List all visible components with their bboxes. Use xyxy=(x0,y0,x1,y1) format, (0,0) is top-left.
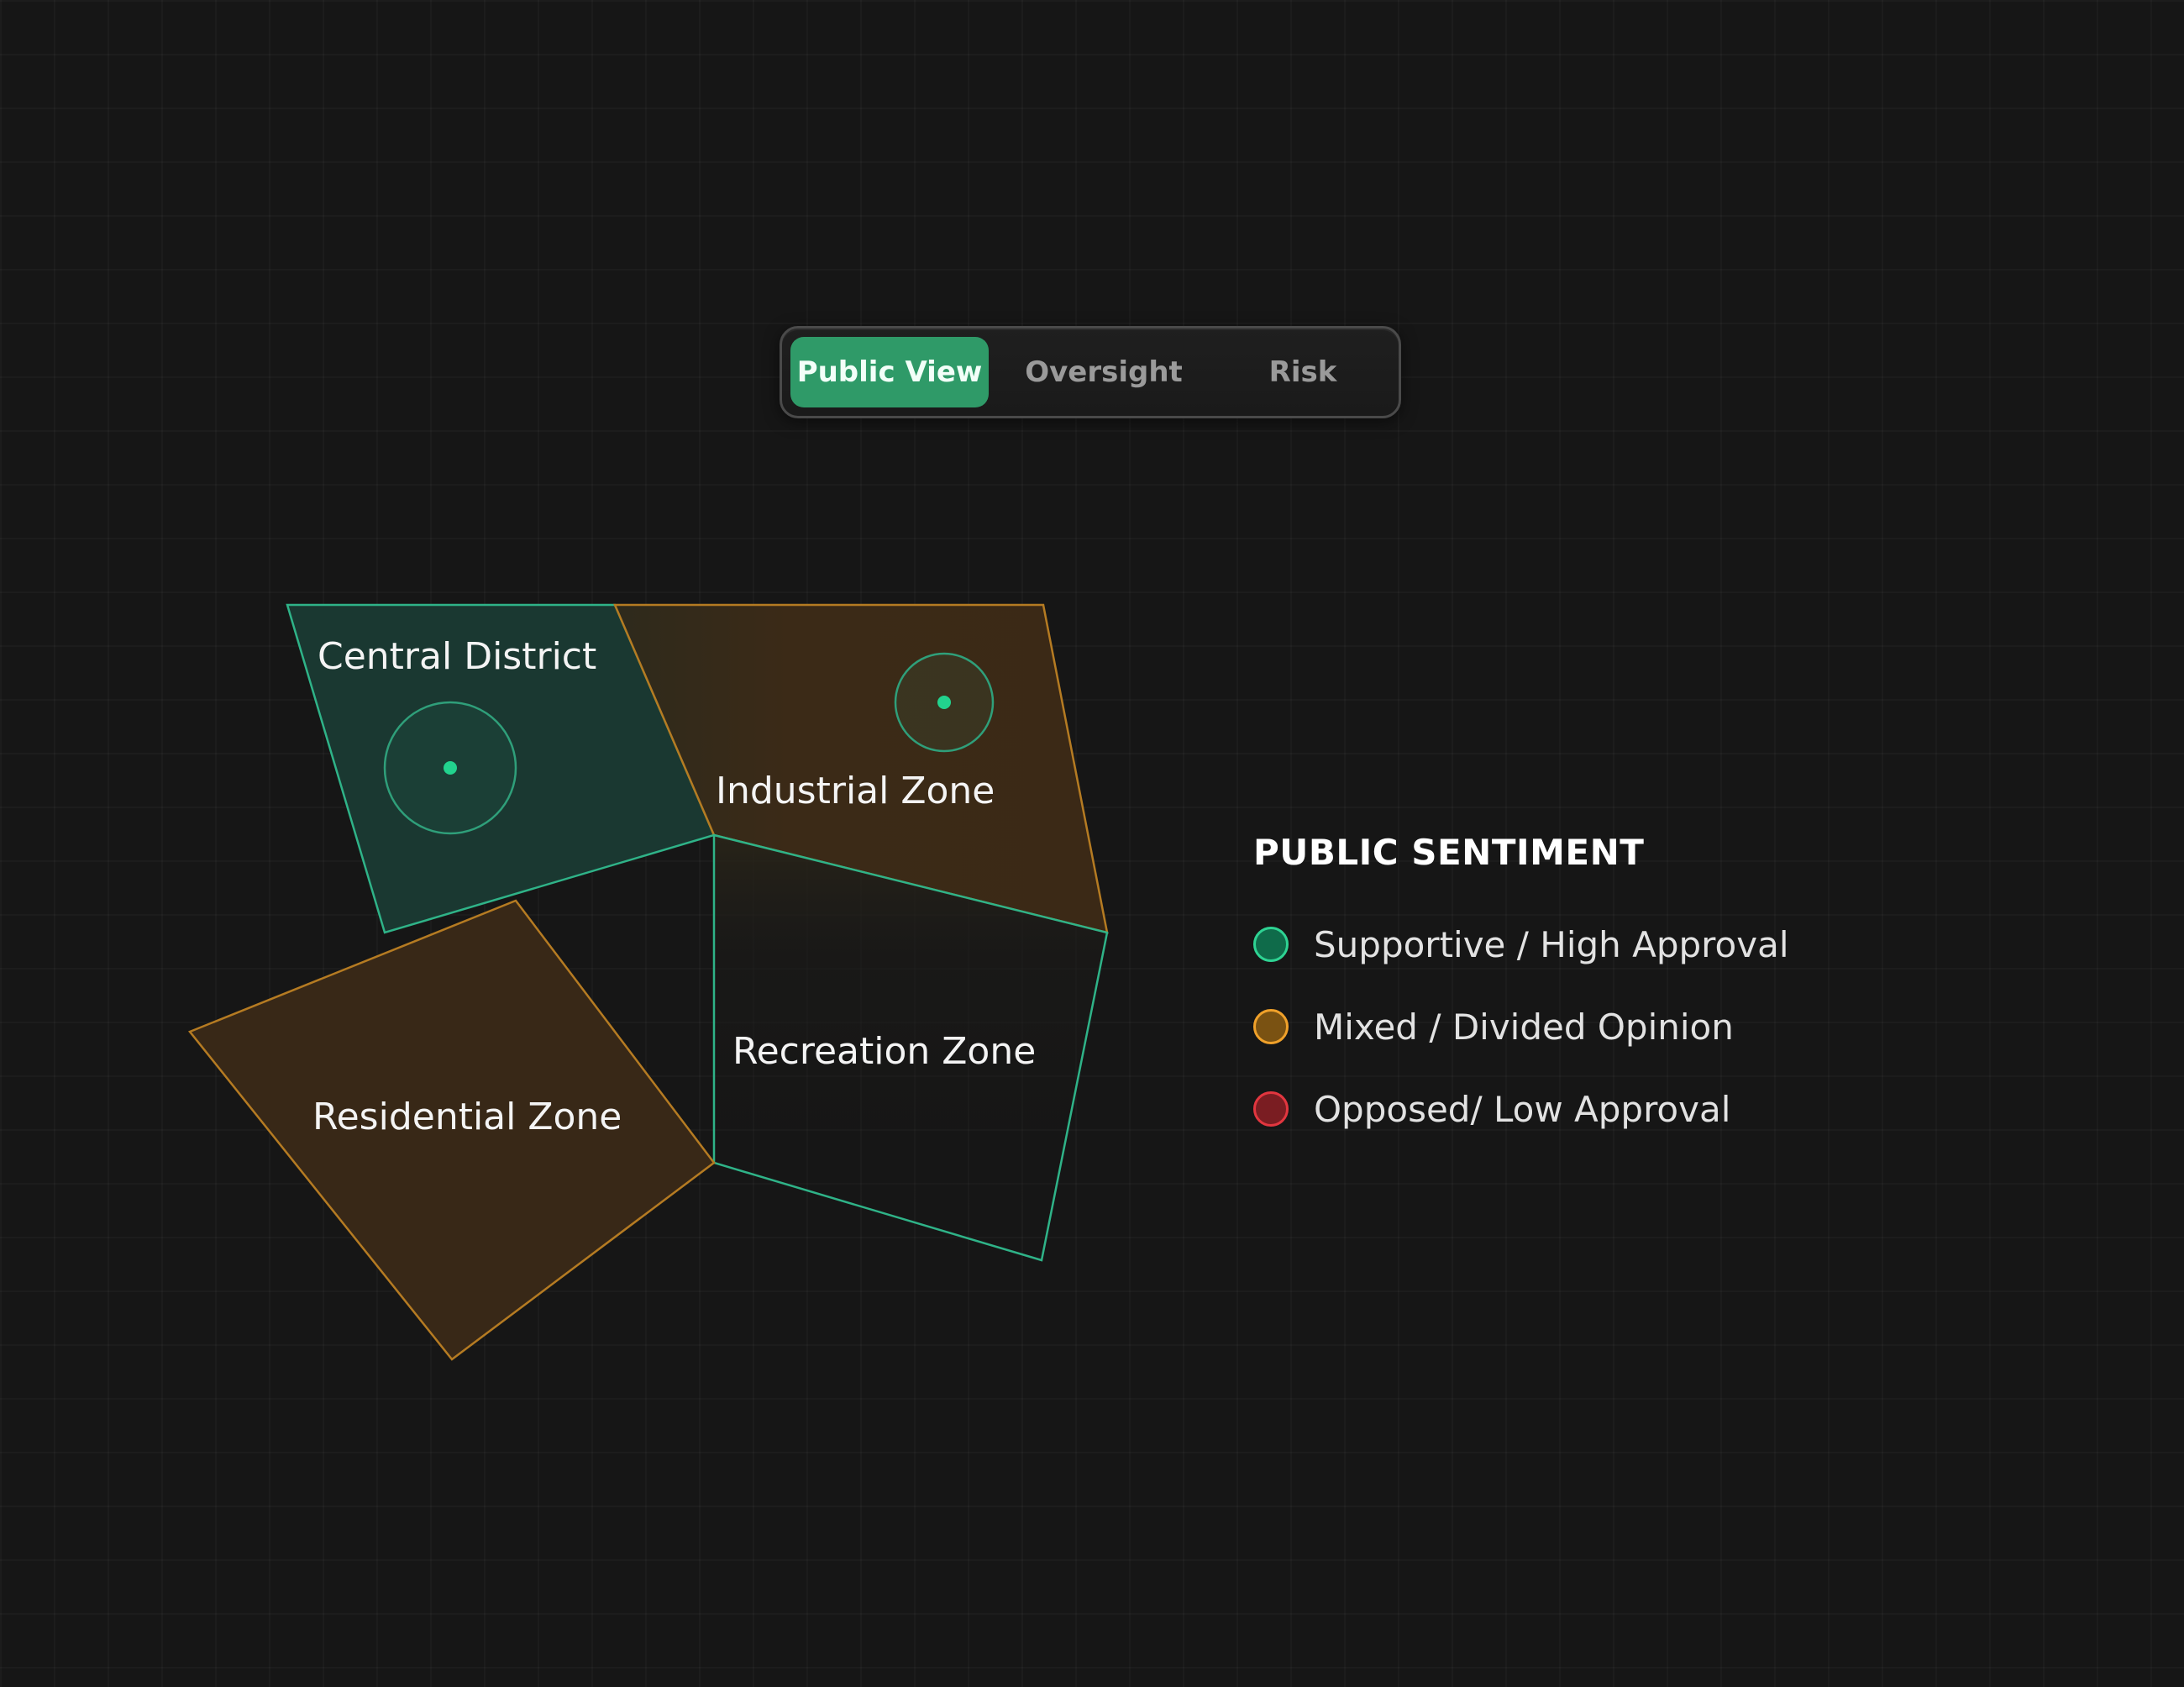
marker-industrial[interactable] xyxy=(894,652,995,753)
supportive-swatch-icon xyxy=(1253,927,1289,962)
mixed-swatch-icon xyxy=(1253,1009,1289,1044)
legend-item-opposed: Opposed/ Low Approval xyxy=(1253,1068,1892,1150)
zone-label-industrial: Industrial Zone xyxy=(716,770,995,812)
legend-label: Opposed/ Low Approval xyxy=(1314,1088,1731,1130)
sentiment-legend: PUBLIC SENTIMENT Supportive / High Appro… xyxy=(1253,832,1892,1150)
map-canvas: Public View Oversight Risk Central Distr… xyxy=(0,0,2184,1687)
legend-item-supportive: Supportive / High Approval xyxy=(1253,903,1892,985)
legend-title: PUBLIC SENTIMENT xyxy=(1253,832,1645,873)
zone-label-recreation: Recreation Zone xyxy=(732,1030,1036,1073)
opposed-swatch-icon xyxy=(1253,1091,1289,1127)
legend-label: Mixed / Divided Opinion xyxy=(1314,1006,1734,1048)
legend-label: Supportive / High Approval xyxy=(1314,923,1789,965)
legend-item-mixed: Mixed / Divided Opinion xyxy=(1253,985,1892,1068)
zone-label-central: Central District xyxy=(318,635,596,678)
marker-central[interactable] xyxy=(383,701,517,835)
zone-label-residential: Residential Zone xyxy=(312,1096,622,1138)
